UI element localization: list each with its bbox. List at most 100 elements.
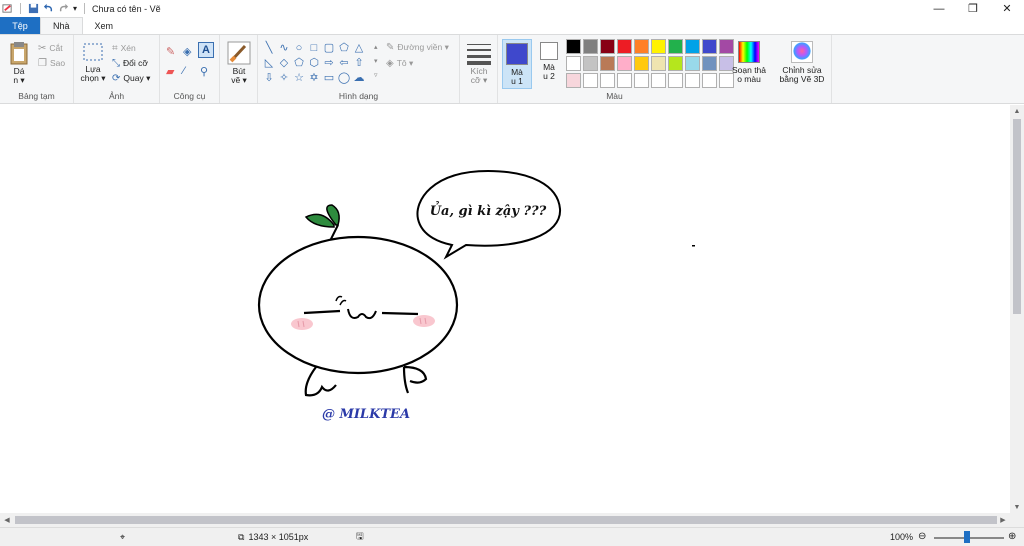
oval-callout-shape-icon[interactable]: ◯ <box>337 71 351 85</box>
shapes-gallery[interactable]: ╲ ∿ ○ □ ▢ ⬠ △ ◺ ◇ ⬠ ⬡ ⇨ ⇦ ⇧ ⇩ ✧ ☆ ✡ ▭ ◯ … <box>262 41 372 85</box>
horizontal-scroll-thumb[interactable] <box>15 516 997 524</box>
color-swatch[interactable] <box>634 73 649 88</box>
scroll-down-icon[interactable]: ▼ <box>1010 501 1024 513</box>
shapes-scroll-down-icon[interactable]: ▾ <box>374 57 378 65</box>
customize-qat-icon[interactable]: ▾ <box>73 4 77 13</box>
color-swatch[interactable] <box>600 73 615 88</box>
six-point-star-shape-icon[interactable]: ✡ <box>307 71 321 85</box>
group-label-clipboard: Bảng tạm <box>18 91 55 101</box>
color-swatch[interactable] <box>668 56 683 71</box>
scroll-left-icon[interactable]: ◀ <box>1 513 13 527</box>
color1-button[interactable]: Mà u 1 <box>502 39 532 89</box>
color-swatch[interactable] <box>702 73 717 88</box>
rect-callout-shape-icon[interactable]: ▭ <box>322 71 336 85</box>
paste-button[interactable]: Dá n ▾ <box>6 41 32 85</box>
save-icon[interactable] <box>28 3 39 14</box>
minimize-button[interactable]: — <box>922 0 956 17</box>
diamond-shape-icon[interactable]: ◇ <box>277 56 291 70</box>
rotate-button[interactable]: ⟳ Quay ▾ <box>112 72 150 84</box>
color-swatch[interactable] <box>634 56 649 71</box>
color-swatch[interactable] <box>702 39 717 54</box>
zoom-out-icon[interactable]: ⊖ <box>918 531 926 542</box>
drawing-canvas[interactable]: Ủa, gì kì zậy ??? @ MILKTEA <box>0 105 1010 513</box>
speech-text: Ủa, gì kì zậy ??? <box>430 201 547 219</box>
undo-icon[interactable] <box>43 3 54 14</box>
select-button[interactable]: Lựa chọn ▾ <box>78 41 108 83</box>
color-swatch[interactable] <box>702 56 717 71</box>
tab-file[interactable]: Tệp <box>0 17 40 34</box>
zoom-slider-thumb[interactable] <box>964 531 970 543</box>
polygon-shape-icon[interactable]: ⬠ <box>337 41 351 55</box>
text-tool-icon[interactable]: A <box>198 42 214 58</box>
vertical-scrollbar[interactable]: ▲ ▼ <box>1010 105 1024 513</box>
size-button[interactable]: Kích cỡ ▾ <box>464 41 494 85</box>
color2-button[interactable]: Mà u 2 <box>536 42 562 81</box>
zoom-in-icon[interactable]: ⊕ <box>1008 531 1016 542</box>
color-swatch[interactable] <box>617 56 632 71</box>
fill-button[interactable]: ◈ Tô ▾ <box>386 57 413 69</box>
color-swatch[interactable] <box>566 56 581 71</box>
shapes-more-icon[interactable]: ▿ <box>374 71 378 79</box>
five-point-star-shape-icon[interactable]: ☆ <box>292 71 306 85</box>
tab-view[interactable]: Xem <box>83 17 126 34</box>
color-swatch[interactable] <box>600 39 615 54</box>
triangle-shape-icon[interactable]: △ <box>352 41 366 55</box>
color-swatch[interactable] <box>651 39 666 54</box>
paint3d-button[interactable]: Chỉnh sửa bằng Vẽ 3D <box>776 41 828 84</box>
rectangle-shape-icon[interactable]: □ <box>307 41 321 55</box>
eraser-icon[interactable]: ▰ <box>166 65 174 78</box>
color-swatch[interactable] <box>583 39 598 54</box>
horizontal-scrollbar[interactable]: ◀ ▶ <box>0 513 1010 527</box>
vertical-scroll-thumb[interactable] <box>1013 119 1021 314</box>
color-palette[interactable] <box>566 39 734 88</box>
tab-home[interactable]: Nhà <box>40 17 83 34</box>
color-swatch[interactable] <box>566 73 581 88</box>
hexagon-shape-icon[interactable]: ⬡ <box>307 56 321 70</box>
close-button[interactable]: ✕ <box>990 0 1024 17</box>
cut-button[interactable]: ✂ Cắt <box>38 42 63 54</box>
color-swatch[interactable] <box>668 39 683 54</box>
color-swatch[interactable] <box>668 73 683 88</box>
color-swatch[interactable] <box>685 56 700 71</box>
edit-colors-button[interactable]: Soạn thả o màu <box>730 41 768 84</box>
right-triangle-shape-icon[interactable]: ◺ <box>262 56 276 70</box>
color-swatch[interactable] <box>583 56 598 71</box>
color-picker-icon[interactable]: ⁄ <box>183 65 185 77</box>
up-arrow-shape-icon[interactable]: ⇧ <box>352 56 366 70</box>
color-swatch[interactable] <box>617 73 632 88</box>
outline-button[interactable]: ✎ Đường viền ▾ <box>386 41 449 53</box>
color-swatch[interactable] <box>651 56 666 71</box>
fill-bucket-icon[interactable]: ◈ <box>183 45 191 58</box>
resize-icon: ⤡ <box>112 57 120 69</box>
crop-button[interactable]: ⌗ Xén <box>112 42 136 54</box>
brushes-button[interactable]: Bút vẽ ▾ <box>224 41 254 85</box>
paint-app-icon[interactable] <box>2 3 13 14</box>
pentagon-shape-icon[interactable]: ⬠ <box>292 56 306 70</box>
color-swatch[interactable] <box>651 73 666 88</box>
scroll-up-icon[interactable]: ▲ <box>1010 105 1024 117</box>
resize-button[interactable]: ⤡ Đổi cỡ <box>112 57 148 69</box>
four-point-star-shape-icon[interactable]: ✧ <box>277 71 291 85</box>
right-arrow-shape-icon[interactable]: ⇨ <box>322 56 336 70</box>
color-swatch[interactable] <box>617 39 632 54</box>
color-swatch[interactable] <box>634 39 649 54</box>
down-arrow-shape-icon[interactable]: ⇩ <box>262 71 276 85</box>
line-shape-icon[interactable]: ╲ <box>262 41 276 55</box>
pencil-icon[interactable]: ✎ <box>166 45 175 58</box>
cloud-callout-shape-icon[interactable]: ☁ <box>352 71 366 85</box>
color-swatch[interactable] <box>685 39 700 54</box>
rounded-rectangle-shape-icon[interactable]: ▢ <box>322 41 336 55</box>
color-swatch[interactable] <box>600 56 615 71</box>
scroll-right-icon[interactable]: ▶ <box>997 513 1009 527</box>
copy-button[interactable]: ❐ Sao <box>38 57 65 69</box>
color-swatch[interactable] <box>583 73 598 88</box>
color-swatch[interactable] <box>566 39 581 54</box>
oval-shape-icon[interactable]: ○ <box>292 41 306 55</box>
color-swatch[interactable] <box>685 73 700 88</box>
magnifier-icon[interactable]: ⚲ <box>200 65 208 78</box>
curve-shape-icon[interactable]: ∿ <box>277 41 291 55</box>
restore-button[interactable]: ❐ <box>956 0 990 17</box>
shapes-scroll-up-icon[interactable]: ▴ <box>374 43 378 51</box>
redo-icon[interactable] <box>58 3 69 14</box>
left-arrow-shape-icon[interactable]: ⇦ <box>337 56 351 70</box>
